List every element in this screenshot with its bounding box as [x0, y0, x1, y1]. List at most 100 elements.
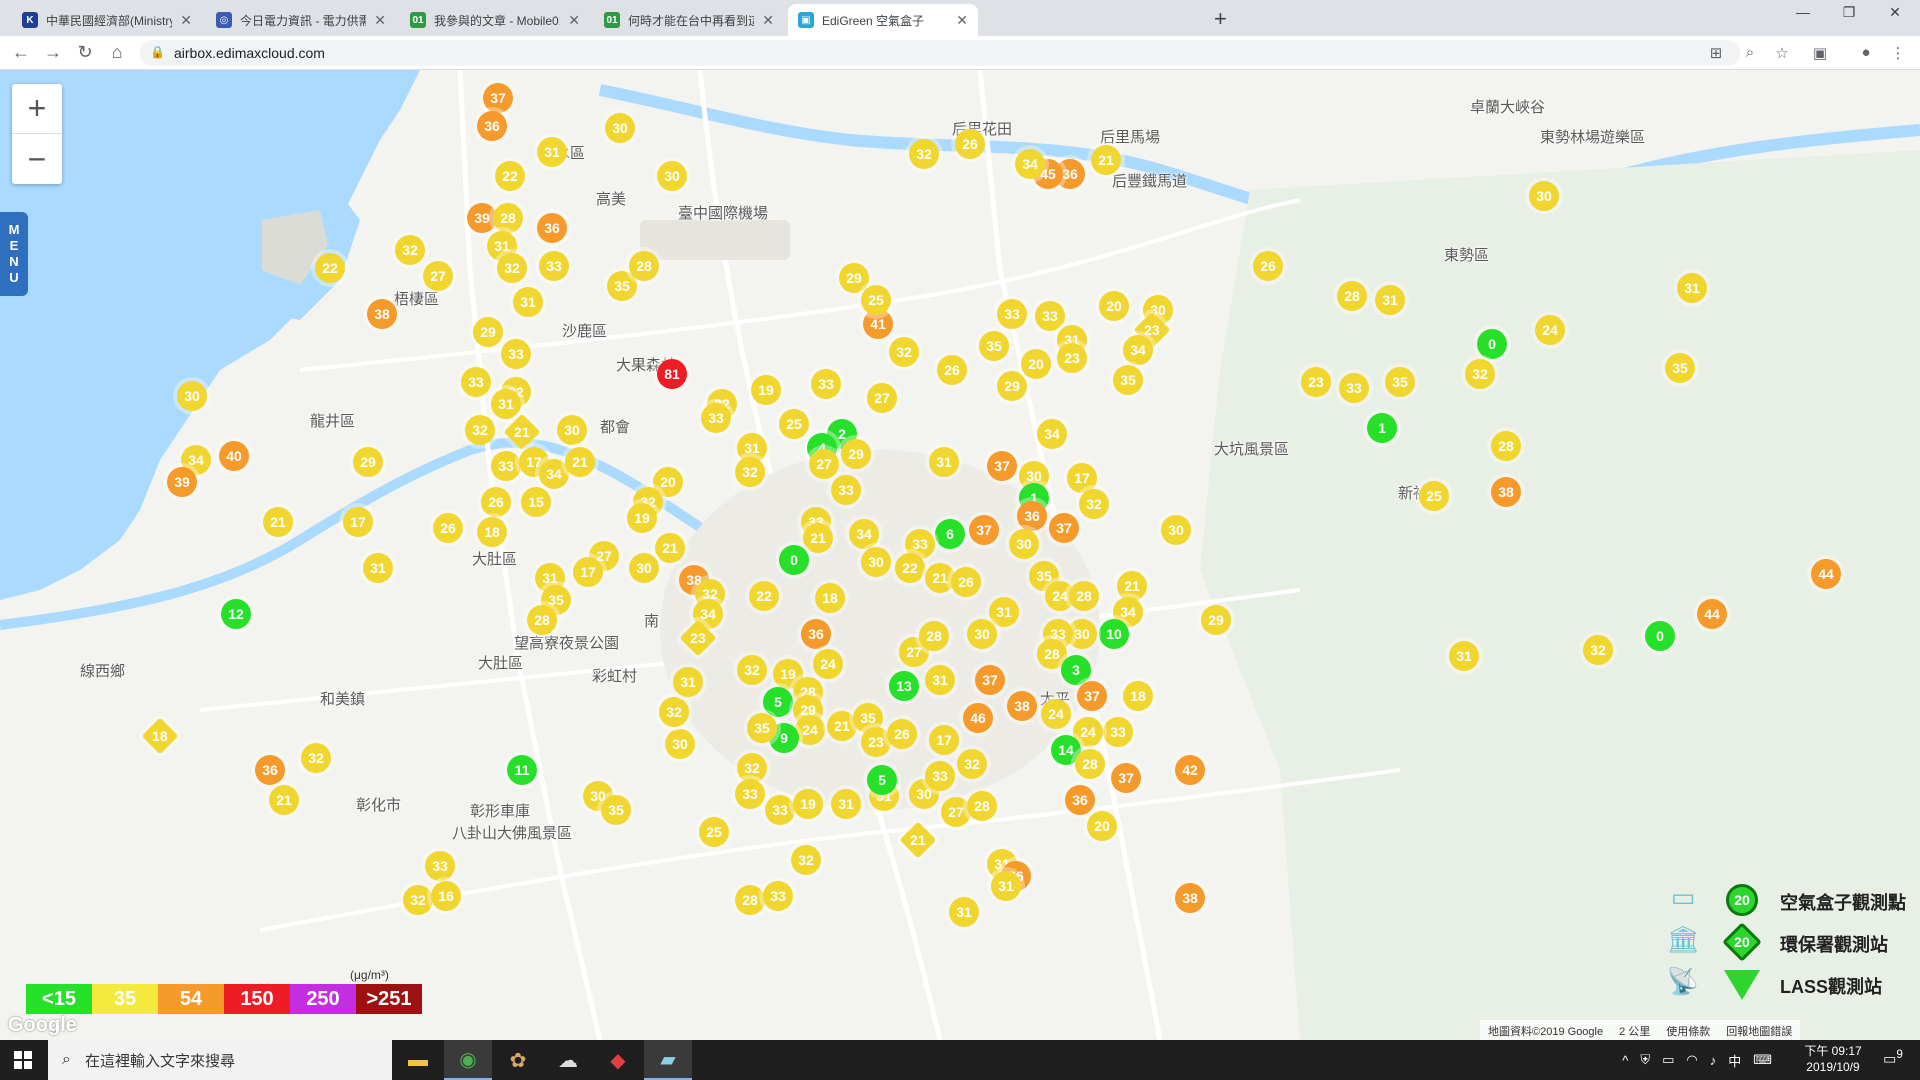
airbox-marker[interactable]: 31	[491, 389, 521, 419]
security-icon[interactable]: ⛨	[1640, 1052, 1650, 1068]
extension-icon[interactable]: ▣	[1810, 44, 1830, 62]
app-icon-1[interactable]: ✿	[494, 1040, 542, 1080]
airbox-marker[interactable]: 20	[1021, 349, 1051, 379]
airbox-marker[interactable]: 37	[1077, 681, 1107, 711]
airbox-marker[interactable]: 28	[735, 885, 765, 915]
reload-icon[interactable]: ↻	[74, 42, 96, 63]
airbox-marker[interactable]: 0	[1645, 621, 1675, 651]
airbox-marker[interactable]: 21	[269, 785, 299, 815]
airbox-marker[interactable]: 0	[1477, 329, 1507, 359]
airbox-marker[interactable]: 24	[795, 715, 825, 745]
tab-close-icon[interactable]: ✕	[956, 12, 968, 29]
airbox-marker[interactable]: 40	[219, 441, 249, 471]
airbox-marker[interactable]: 21	[655, 533, 685, 563]
volume-icon[interactable]: ♪	[1710, 1053, 1717, 1068]
tab-close-icon[interactable]: ✕	[762, 12, 774, 29]
airbox-marker[interactable]: 38	[367, 299, 397, 329]
airbox-marker[interactable]: 30	[967, 619, 997, 649]
airbox-marker[interactable]: 20	[1099, 291, 1129, 321]
airbox-marker[interactable]: 21	[1117, 571, 1147, 601]
windows-start-button[interactable]	[0, 1040, 46, 1080]
airbox-marker[interactable]: 33	[735, 779, 765, 809]
back-icon[interactable]: ←	[10, 42, 32, 63]
airbox-marker[interactable]: 1	[1367, 413, 1397, 443]
airbox-marker[interactable]: 31	[925, 665, 955, 695]
airbox-marker[interactable]: 35	[1113, 365, 1143, 395]
tab-close-icon[interactable]: ✕	[568, 12, 580, 29]
airbox-marker[interactable]: 33	[539, 251, 569, 281]
airbox-marker[interactable]: 30	[1529, 181, 1559, 211]
battery-icon[interactable]: ▭	[1662, 1052, 1674, 1068]
airbox-marker[interactable]: 35	[1665, 353, 1695, 383]
airbox-marker[interactable]: 32	[791, 845, 821, 875]
airbox-marker[interactable]: 35	[1385, 367, 1415, 397]
airbox-marker[interactable]: 30	[665, 729, 695, 759]
airbox-marker[interactable]: 17	[929, 725, 959, 755]
chrome-menu-icon[interactable]: ⋮	[1888, 44, 1908, 62]
forward-icon[interactable]: →	[42, 42, 64, 63]
browser-tab-3[interactable]: 01 我參與的文章 - Mobile01 ✕	[400, 4, 590, 36]
airbox-marker[interactable]: 37	[483, 83, 513, 113]
airbox-marker[interactable]: 19	[751, 375, 781, 405]
airbox-marker[interactable]: 36	[537, 213, 567, 243]
airbox-marker[interactable]: 34	[1037, 419, 1067, 449]
airbox-marker[interactable]: 37	[975, 665, 1005, 695]
airbox-marker[interactable]: 31	[991, 871, 1021, 901]
airbox-marker[interactable]: 31	[989, 597, 1019, 627]
bookmark-star-icon[interactable]: ☆	[1772, 44, 1792, 62]
airbox-marker[interactable]: 3	[1061, 655, 1091, 685]
airbox-marker[interactable]: 21	[1091, 145, 1121, 175]
airbox-marker[interactable]: 30	[861, 547, 891, 577]
menu-tab-button[interactable]: MENU	[0, 212, 28, 296]
airbox-marker[interactable]: 28	[629, 251, 659, 281]
airbox-marker[interactable]: 19	[627, 503, 657, 533]
terms-link[interactable]: 使用條款	[1666, 1023, 1710, 1038]
airbox-marker[interactable]: 26	[481, 487, 511, 517]
airbox-marker[interactable]: 31	[673, 667, 703, 697]
airbox-marker[interactable]: 33	[1103, 717, 1133, 747]
airbox-marker[interactable]: 37	[969, 515, 999, 545]
airbox-marker[interactable]: 28	[1491, 431, 1521, 461]
airbox-marker[interactable]: 34	[1123, 335, 1153, 365]
airbox-marker[interactable]: 28	[527, 605, 557, 635]
airbox-marker[interactable]: 33	[501, 339, 531, 369]
airbox-marker[interactable]: 32	[735, 457, 765, 487]
browser-tab-2[interactable]: ◎ 今日電力資訊 - 電力供需資訊 - 重 ✕	[206, 4, 396, 36]
airbox-marker[interactable]: 32	[301, 743, 331, 773]
new-tab-button[interactable]: +	[1214, 6, 1227, 32]
airbox-marker[interactable]: 37	[1049, 513, 1079, 543]
app-icon-3[interactable]: ◆	[594, 1040, 642, 1080]
map-scale[interactable]: 2 公里	[1619, 1023, 1650, 1038]
profile-icon[interactable]: ●	[1856, 44, 1876, 61]
airbox-marker[interactable]: 44	[1697, 599, 1727, 629]
airbox-marker[interactable]: 32	[1583, 635, 1613, 665]
airbox-marker[interactable]: 33	[425, 851, 455, 881]
zoom-icon[interactable]: ⌕	[1740, 44, 1760, 61]
airbox-marker[interactable]: 26	[433, 513, 463, 543]
airbox-marker[interactable]: 30	[657, 161, 687, 191]
airbox-marker[interactable]: 23	[1057, 343, 1087, 373]
airbox-marker[interactable]: 33	[925, 761, 955, 791]
airbox-marker[interactable]: 31	[949, 897, 979, 927]
close-window-icon[interactable]: ✕	[1872, 4, 1918, 21]
airbox-marker[interactable]: 33	[831, 475, 861, 505]
airbox-marker[interactable]: 42	[1175, 755, 1205, 785]
airbox-marker[interactable]: 24	[1535, 315, 1565, 345]
airbox-marker[interactable]: 33	[1035, 301, 1065, 331]
airbox-marker[interactable]: 22	[749, 581, 779, 611]
airbox-marker[interactable]: 33	[763, 881, 793, 911]
translate-icon[interactable]: ⊞	[1706, 44, 1726, 62]
airbox-marker[interactable]: 5	[867, 765, 897, 795]
app-icon-2[interactable]: ☁	[544, 1040, 592, 1080]
airbox-marker[interactable]: 32	[1465, 359, 1495, 389]
airbox-marker[interactable]: 32	[889, 337, 919, 367]
airbox-marker[interactable]: 30	[557, 415, 587, 445]
airbox-marker[interactable]: 28	[1069, 581, 1099, 611]
airbox-marker[interactable]: 25	[779, 409, 809, 439]
airbox-marker[interactable]: 33	[1339, 373, 1369, 403]
airbox-marker[interactable]: 32	[497, 253, 527, 283]
airbox-marker[interactable]: 13	[889, 671, 919, 701]
airbox-marker[interactable]: 19	[793, 789, 823, 819]
tab-close-icon[interactable]: ✕	[374, 12, 386, 29]
airbox-marker[interactable]: 31	[831, 789, 861, 819]
